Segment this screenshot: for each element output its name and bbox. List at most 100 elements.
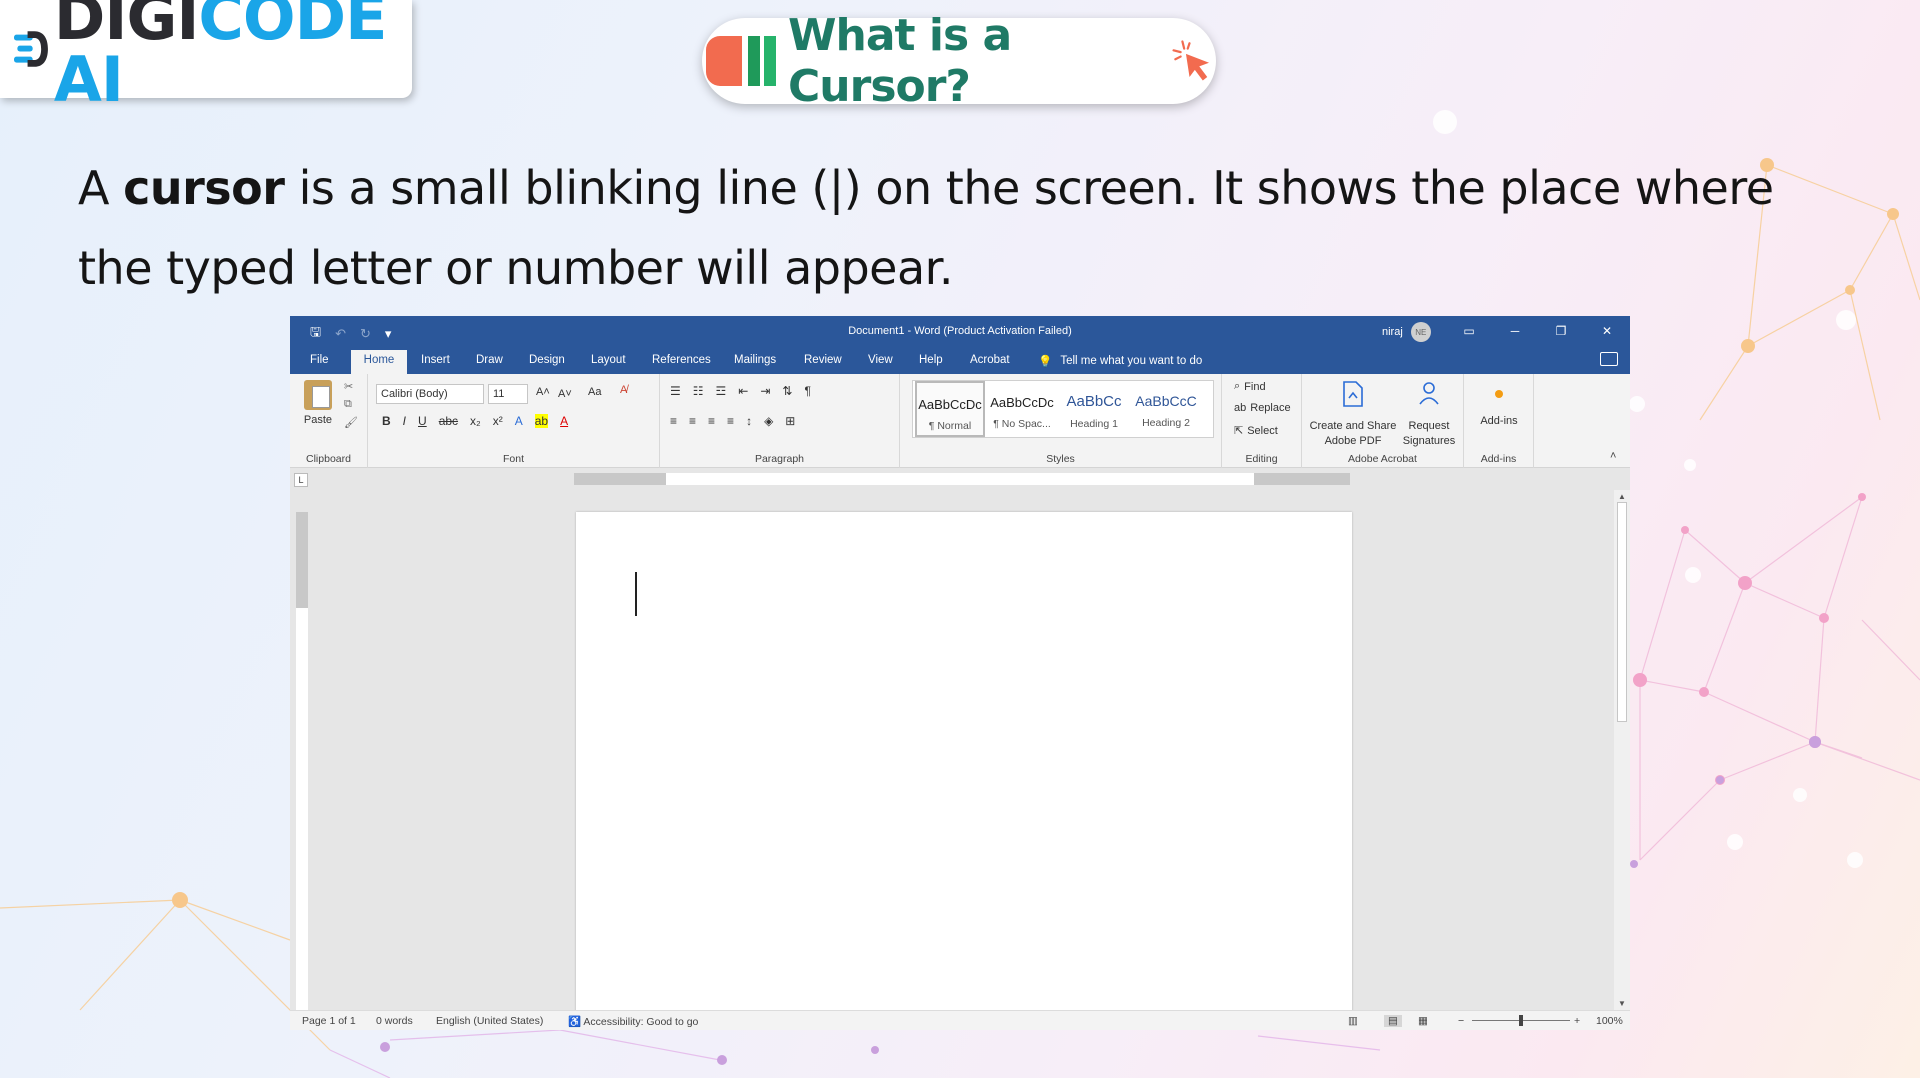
request-signatures-button[interactable]: Request Signatures [1398,380,1460,449]
minimize-icon[interactable]: ─ [1492,316,1538,346]
copy-icon[interactable]: ⧉ [344,398,352,411]
accessibility-icon: ♿ [568,1016,582,1028]
style-normal[interactable]: AaBbCcDc ¶ Normal [915,381,985,437]
user-name: niraj [1382,326,1403,338]
clear-formatting-icon[interactable]: A̸ [620,384,627,396]
tell-me-label: Tell me what you want to do [1060,355,1203,367]
borders-icon[interactable]: ⊞ [785,414,795,428]
find-button[interactable]: ⌕ Find [1234,380,1266,393]
font-size-select[interactable]: 11 [488,384,528,404]
group-adobe-acrobat: Create and Share Adobe PDF Request Signa… [1302,374,1464,468]
underline-icon[interactable]: U [418,414,427,428]
pdf-share-icon [1343,381,1363,407]
zoom-level[interactable]: 100% [1596,1015,1623,1027]
increase-indent-icon[interactable]: ⇥ [760,384,770,398]
pilcrow-icon[interactable]: ¶ [804,384,810,398]
tab-acrobat[interactable]: Acrobat [970,354,1010,366]
zoom-in-icon[interactable]: + [1574,1015,1580,1027]
subscript-icon[interactable]: x₂ [470,414,481,428]
tab-file[interactable]: File [310,354,329,366]
highlight-icon[interactable]: ab [534,414,549,428]
tab-design[interactable]: Design [529,354,565,366]
document-page[interactable] [576,512,1352,1030]
cursor-click-icon [1172,40,1209,81]
word-count[interactable]: 0 words [376,1015,413,1027]
read-mode-icon[interactable]: ▥ [1348,1015,1358,1027]
tab-mailings[interactable]: Mailings [734,354,776,366]
tab-references[interactable]: References [652,354,711,366]
vertical-ruler[interactable] [296,512,308,1012]
tab-help[interactable]: Help [919,354,943,366]
justify-icon[interactable]: ≡ [727,414,734,428]
line-spacing-icon[interactable]: ↕ [746,414,752,428]
numbering-icon[interactable]: ☷ [693,384,704,398]
format-painter-icon[interactable]: 🖌 [344,416,358,429]
account-area[interactable]: niraj NE [1382,322,1431,342]
cut-icon[interactable]: ✂ [344,380,353,393]
font-name-select[interactable]: Calibri (Body) [376,384,484,404]
paste-button[interactable]: Paste [298,380,338,426]
close-icon[interactable]: ✕ [1584,316,1630,346]
tab-review[interactable]: Review [804,354,842,366]
italic-icon[interactable]: I [403,414,406,428]
ribbon-display-icon[interactable]: ▭ [1446,316,1492,346]
multilevel-list-icon[interactable]: ☲ [716,384,727,398]
group-label-adobe-acrobat: Adobe Acrobat [1348,453,1417,465]
bold-icon[interactable]: B [382,414,391,428]
zoom-out-icon[interactable]: − [1458,1015,1464,1027]
style-no-spacing[interactable]: AaBbCcDc ¶ No Spac... [987,381,1057,437]
clipboard-icon [304,380,332,410]
title-bar: 🖫 ↶ ↻ ▾ Document1 - Word (Product Activa… [290,316,1630,346]
window-controls: ▭ ─ ❐ ✕ [1446,316,1630,346]
styles-gallery: AaBbCcDc ¶ Normal AaBbCcDc ¶ No Spac... … [912,380,1214,438]
vertical-scrollbar[interactable]: ▲ ▼ [1614,490,1630,1010]
sort-icon[interactable]: ⇅ [782,384,792,398]
web-layout-icon[interactable]: ▦ [1418,1015,1428,1027]
font-color-icon[interactable]: A [560,414,568,428]
grow-font-icon[interactable]: A˄ [536,386,550,398]
logo-wordmark: DIGICODE AI [54,0,412,111]
select-icon: ⇱ [1234,425,1244,437]
page-title: What is a Cursor? [788,10,1012,112]
bullets-icon[interactable]: ☰ [670,384,681,398]
strikethrough-icon[interactable]: abc [439,414,458,428]
zoom-slider-knob[interactable] [1519,1015,1523,1026]
description-text: A cursor is a small blinking line (|) on… [78,161,1774,295]
tab-layout[interactable]: Layout [591,354,626,366]
tab-view[interactable]: View [868,354,893,366]
align-right-icon[interactable]: ≡ [708,414,715,428]
font-format-row: B I U abc x₂ x² A ab A [382,414,568,428]
create-share-pdf-button[interactable]: Create and Share Adobe PDF [1308,380,1398,449]
text-effects-icon[interactable]: A [515,414,523,428]
tell-me-search[interactable]: 💡 Tell me what you want to do [1038,354,1202,368]
restore-icon[interactable]: ❐ [1538,316,1584,346]
scrollbar-thumb[interactable] [1617,502,1627,722]
style-heading-2[interactable]: AaBbCcC Heading 2 [1131,381,1201,437]
avatar[interactable]: NE [1410,322,1431,342]
change-case-button[interactable]: Aa [588,386,601,398]
tab-selector[interactable]: L [294,473,308,487]
align-left-icon[interactable]: ≡ [670,414,677,428]
select-button[interactable]: ⇱ Select [1234,424,1278,438]
addins-button[interactable]: Add-ins [1470,380,1528,429]
replace-button[interactable]: ab Replace [1234,402,1291,414]
comment-icon[interactable] [1600,352,1618,366]
tab-draw[interactable]: Draw [476,354,503,366]
tab-insert[interactable]: Insert [421,354,450,366]
tab-home[interactable]: Home [351,350,407,374]
print-layout-icon[interactable]: ▤ [1384,1015,1402,1027]
logo-text-code: CODE [198,0,387,54]
align-center-icon[interactable]: ≡ [689,414,696,428]
shading-icon[interactable]: ◈ [764,414,773,428]
decrease-indent-icon[interactable]: ⇤ [738,384,748,398]
shrink-font-icon[interactable]: A˅ [558,388,572,400]
superscript-icon[interactable]: x² [493,414,503,428]
language-status[interactable]: English (United States) [436,1015,543,1027]
collapse-ribbon-icon[interactable]: ˄ [1610,450,1616,462]
group-addins: Add-ins Add-ins [1464,374,1534,468]
page-count[interactable]: Page 1 of 1 [302,1015,356,1027]
ribbon-tabs: File Home Insert Draw Design Layout Refe… [290,346,1630,374]
horizontal-ruler[interactable] [574,473,1350,485]
accessibility-status[interactable]: ♿ Accessibility: Good to go [568,1015,698,1028]
style-heading-1[interactable]: AaBbCc Heading 1 [1059,381,1129,437]
